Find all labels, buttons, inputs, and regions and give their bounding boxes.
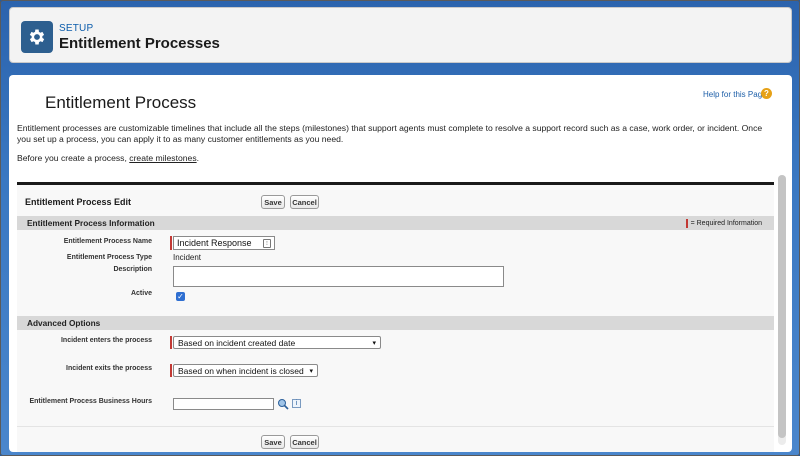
edit-block: Entitlement Process Edit Save Cancel Ent… xyxy=(17,182,774,452)
advanced-section-title: Advanced Options xyxy=(27,318,101,328)
main-panel: Entitlement Process Help for this Page ?… xyxy=(9,75,792,452)
info-section-header: Entitlement Process Information = Requir… xyxy=(17,216,774,230)
help-link[interactable]: Help for this Page xyxy=(703,90,767,99)
scrollbar-thumb[interactable] xyxy=(778,175,786,438)
before-text: Before you create a process, xyxy=(17,153,130,163)
enters-select[interactable]: Based on incident created date ▾ xyxy=(173,336,381,349)
before-suffix: . xyxy=(196,153,200,163)
exits-label: Incident exits the process xyxy=(66,365,152,372)
name-label: Entitlement Process Name xyxy=(63,238,152,245)
save-button-bottom[interactable]: Save xyxy=(261,435,285,449)
exits-select[interactable]: Based on when incident is closed ▾ xyxy=(173,364,318,377)
window-frame: SETUP Entitlement Processes Entitlement … xyxy=(0,0,800,456)
advanced-section-header: Advanced Options xyxy=(17,316,774,330)
edit-title: Entitlement Process Edit xyxy=(25,197,132,207)
footer-divider xyxy=(17,426,774,427)
enters-select-value: Based on incident created date xyxy=(178,337,296,348)
enters-required-bar xyxy=(170,336,172,349)
save-button-top[interactable]: Save xyxy=(261,195,285,209)
gear-icon xyxy=(21,21,53,53)
business-hours-input[interactable] xyxy=(173,398,274,410)
required-marker xyxy=(685,219,688,228)
chevron-down-icon: ▾ xyxy=(372,339,376,347)
setup-title: Entitlement Processes xyxy=(59,35,220,52)
setup-header: SETUP Entitlement Processes xyxy=(9,7,792,63)
lookup-icon[interactable] xyxy=(277,397,289,410)
active-label: Active xyxy=(130,290,152,297)
help-icon[interactable]: ? xyxy=(761,88,772,99)
description-label: Description xyxy=(113,266,152,273)
page-title: Entitlement Process xyxy=(45,93,197,112)
type-label: Entitlement Process Type xyxy=(66,254,152,261)
process-name-value: Incident Response xyxy=(177,238,252,248)
exits-select-value: Based on when incident is closed xyxy=(178,365,304,376)
cancel-button-bottom[interactable]: Cancel xyxy=(290,435,319,449)
enters-label: Incident enters the process xyxy=(60,337,152,344)
description-textarea[interactable] xyxy=(173,266,504,287)
cancel-button-top[interactable]: Cancel xyxy=(290,195,319,209)
process-name-input[interactable]: Incident Response ⁝ xyxy=(173,236,275,250)
before-text-line: Before you create a process, create mile… xyxy=(17,153,199,163)
intro-text: Entitlement processes are customizable t… xyxy=(17,123,763,144)
chevron-down-icon: ▾ xyxy=(309,367,313,375)
create-milestones-link[interactable]: create milestones xyxy=(129,153,196,163)
exits-required-bar xyxy=(170,364,172,377)
autofill-icon: ⁝ xyxy=(263,238,271,248)
info-icon[interactable]: i xyxy=(292,399,301,408)
type-value: Incident xyxy=(173,253,202,262)
info-section-title: Entitlement Process Information xyxy=(27,218,155,228)
hours-label: Entitlement Process Business Hours xyxy=(29,398,152,405)
active-checkbox[interactable]: ✓ xyxy=(176,292,185,301)
required-legend-text: = Required Information xyxy=(690,220,762,227)
name-required-bar xyxy=(170,236,172,250)
setup-label[interactable]: SETUP xyxy=(59,23,93,34)
required-legend: = Required Information xyxy=(685,219,762,228)
